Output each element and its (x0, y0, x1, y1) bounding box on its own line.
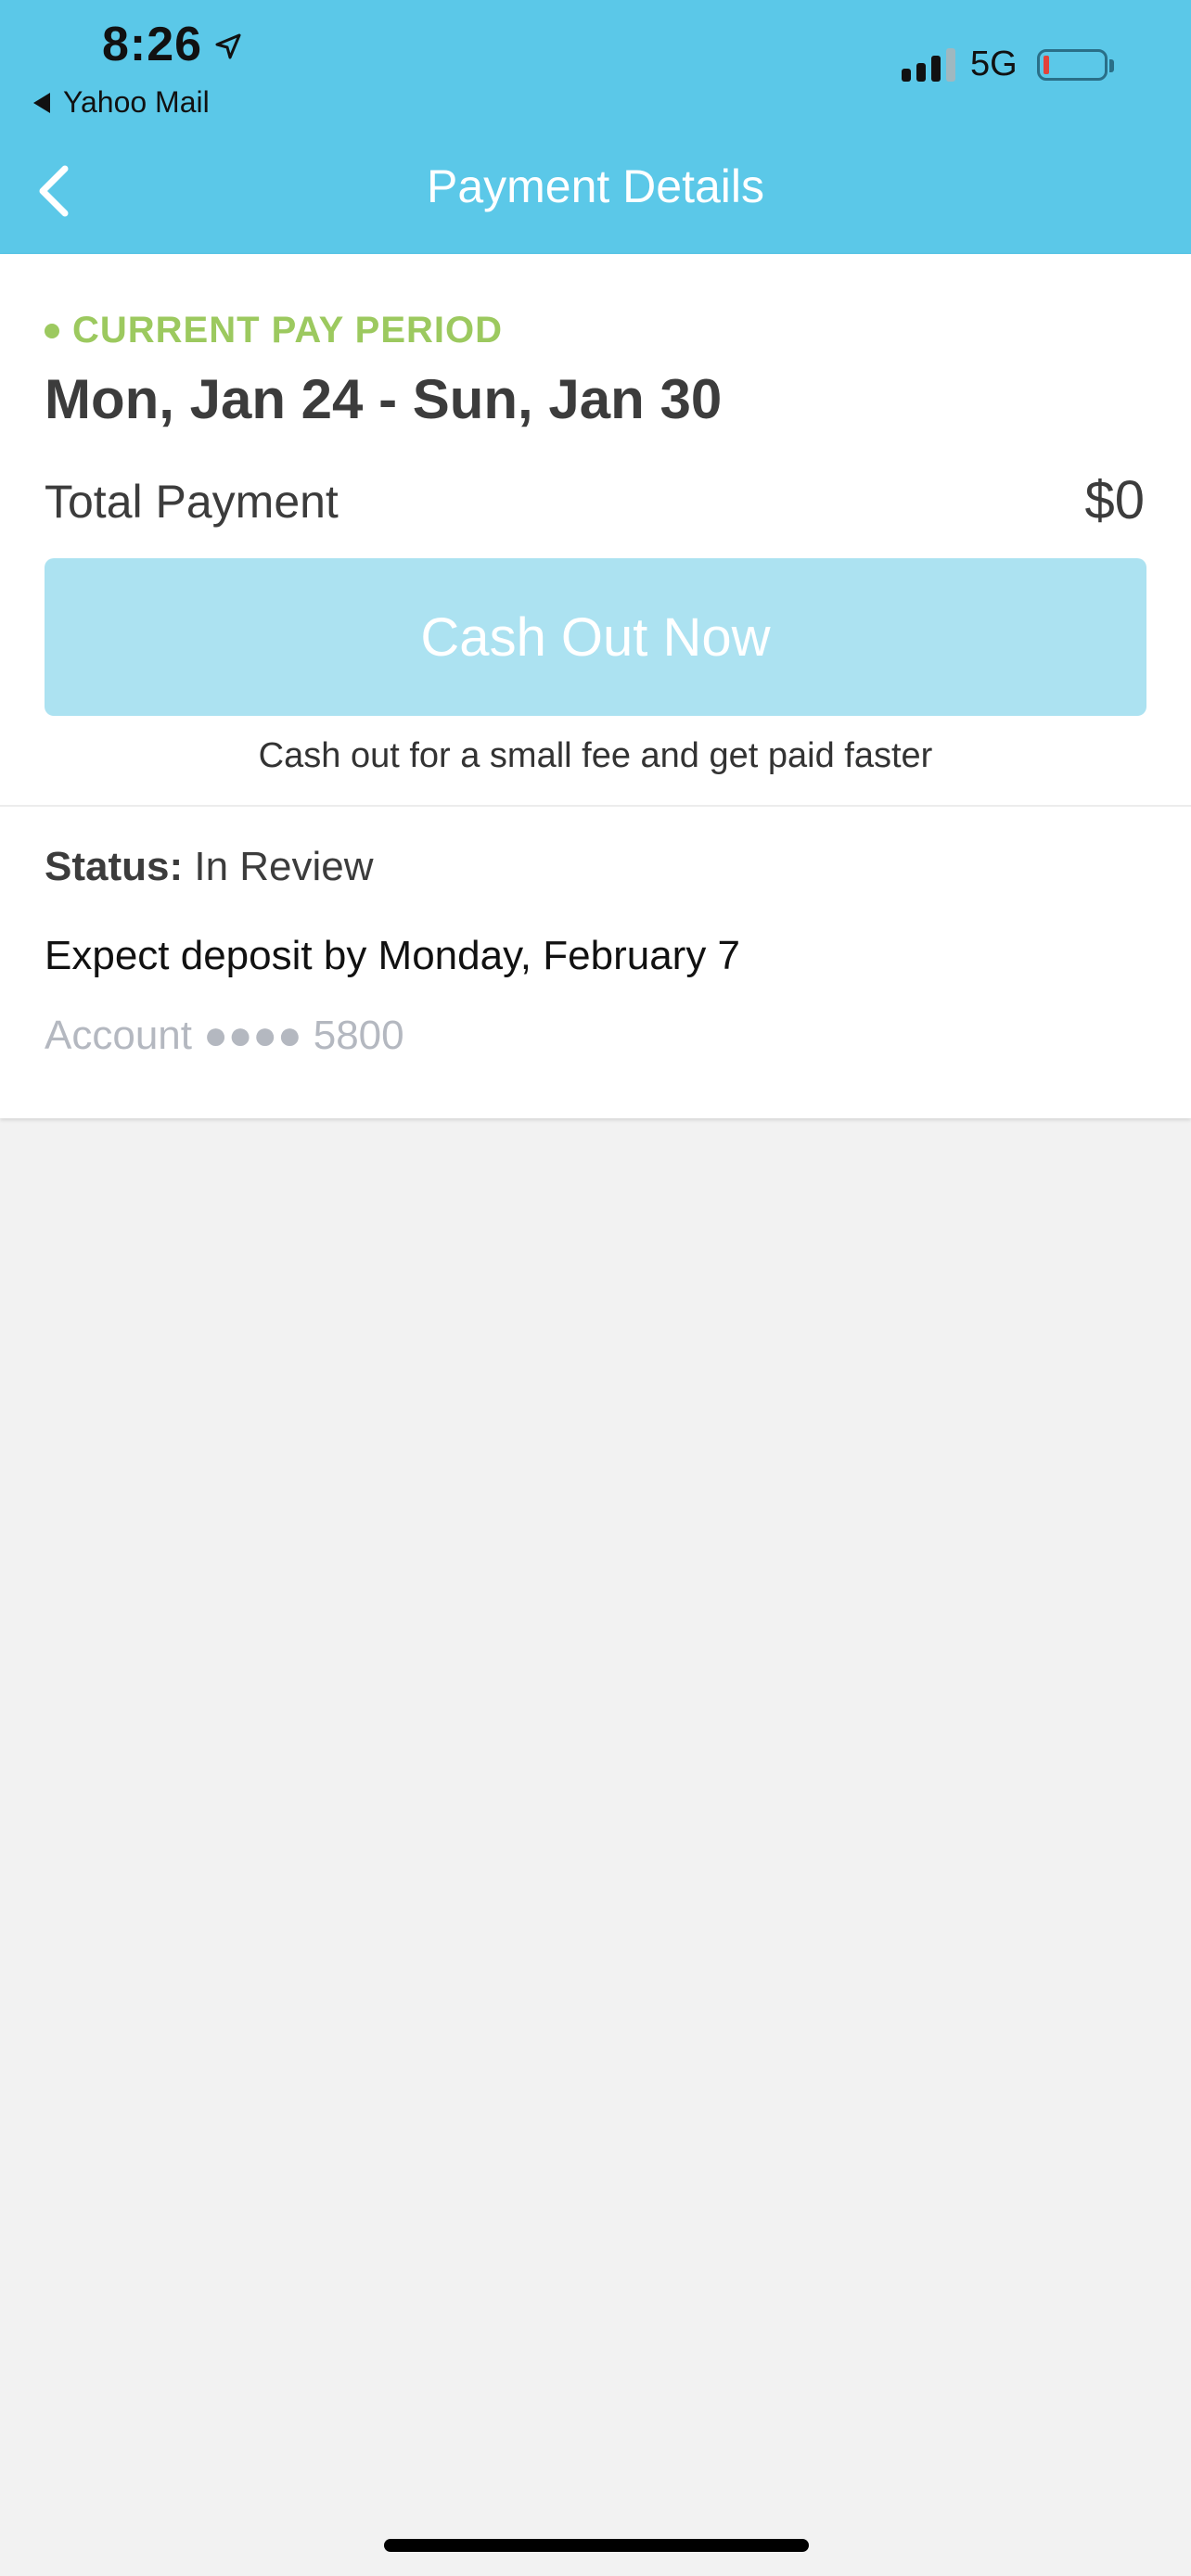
cash-out-now-button[interactable]: Cash Out Now (45, 558, 1146, 716)
account-number: Account ●●●● 5800 (45, 1013, 404, 1058)
green-dot-icon (45, 323, 59, 338)
status-time: 8:26 (102, 18, 203, 71)
current-pay-period-label: CURRENT PAY PERIOD (45, 310, 503, 351)
period-dates: Mon, Jan 24 - Sun, Jan 30 (45, 368, 723, 430)
status-label: Status: (45, 844, 184, 889)
back-to-app-link[interactable]: Yahoo Mail (33, 85, 210, 120)
status-line: Status: In Review (45, 844, 374, 890)
status-value: In Review (194, 844, 374, 889)
signal-icon (902, 46, 955, 82)
payment-card: CURRENT PAY PERIOD Mon, Jan 24 - Sun, Ja… (0, 254, 1191, 1118)
app-header: 8:26 Yahoo Mail 5G Payment Details (0, 0, 1191, 254)
battery-icon (1037, 49, 1108, 81)
back-app-label: Yahoo Mail (63, 85, 210, 119)
page-title: Payment Details (426, 160, 765, 212)
period-label-text: CURRENT PAY PERIOD (72, 310, 504, 351)
deposit-expectation: Expect deposit by Monday, February 7 (45, 933, 741, 978)
location-arrow-icon (215, 33, 241, 59)
total-payment-label: Total Payment (45, 476, 339, 528)
divider (0, 805, 1191, 807)
total-payment-value: $0 (1084, 470, 1145, 530)
back-triangle-icon (33, 92, 50, 113)
battery-cap (1109, 59, 1114, 72)
cash-out-note: Cash out for a small fee and get paid fa… (258, 736, 933, 775)
home-indicator[interactable] (384, 2539, 809, 2552)
network-type: 5G (970, 45, 1018, 83)
